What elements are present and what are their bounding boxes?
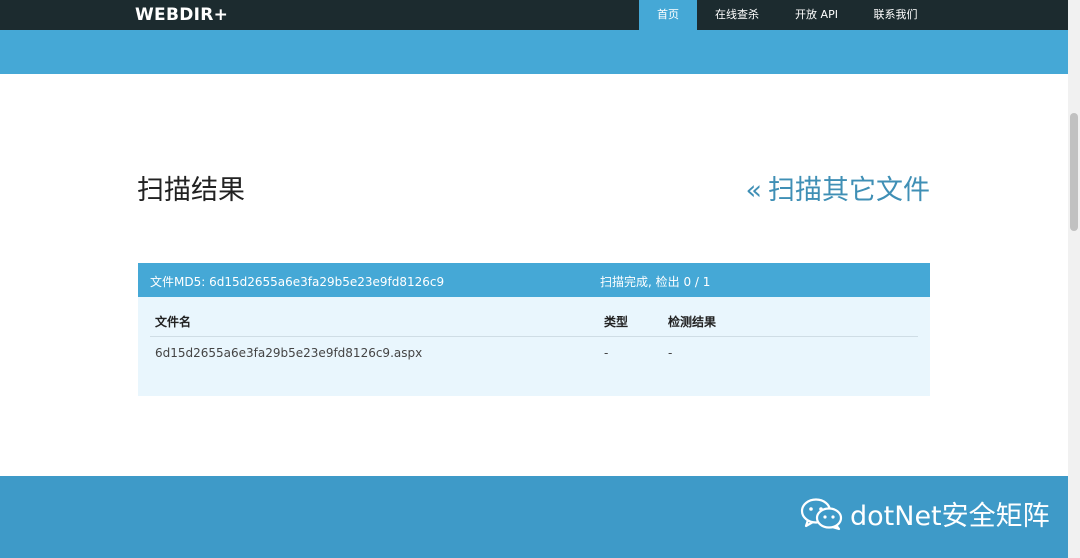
table-header-row: 文件名 类型 检测结果 [150,307,918,337]
top-navbar: WEBDIR+ 首页 在线查杀 开放 API 联系我们 [0,0,1068,30]
scan-status: 扫描完成, 检出 0 / 1 [600,275,711,289]
nav-item-home[interactable]: 首页 [639,0,697,30]
main-nav: 首页 在线查杀 开放 API 联系我们 [639,0,935,30]
site-logo[interactable]: WEBDIR+ [135,5,228,25]
cell-type: - [604,346,609,360]
wechat-watermark: dotNet安全矩阵 [800,494,1050,533]
nav-item-contact[interactable]: 联系我们 [856,0,935,30]
column-header-detection: 检测结果 [668,315,717,329]
result-panel-header: 文件MD5: 6d15d2655a6e3fa29b5e23e9fd8126c9 … [138,263,930,297]
page-scrollbar[interactable] [1068,0,1080,558]
scan-other-file-label: 扫描其它文件 [768,175,930,206]
nav-item-online-scan[interactable]: 在线查杀 [697,0,777,30]
table-row: 6d15d2655a6e3fa29b5e23e9fd8126c9.aspx - … [150,337,918,367]
wechat-icon [800,497,843,530]
file-md5: 文件MD5: 6d15d2655a6e3fa29b5e23e9fd8126c9 [150,275,445,289]
cell-filename: 6d15d2655a6e3fa29b5e23e9fd8126c9.aspx [155,346,423,360]
column-header-type: 类型 [604,315,629,329]
scrollbar-thumb[interactable] [1070,113,1078,231]
page-title: 扫描结果 [137,175,245,206]
watermark-text: dotNet安全矩阵 [850,501,1050,532]
column-header-filename: 文件名 [155,315,192,329]
hero-band [0,30,1068,74]
nav-item-open-api[interactable]: 开放 API [777,0,856,30]
cell-detection-result: - [668,346,673,360]
scan-result-panel: 文件MD5: 6d15d2655a6e3fa29b5e23e9fd8126c9 … [138,263,930,396]
scan-other-file-link[interactable]: «扫描其它文件 [745,168,930,207]
result-table: 文件名 类型 检测结果 6d15d2655a6e3fa29b5e23e9fd81… [150,307,918,367]
double-chevron-left-icon: « [745,175,762,206]
